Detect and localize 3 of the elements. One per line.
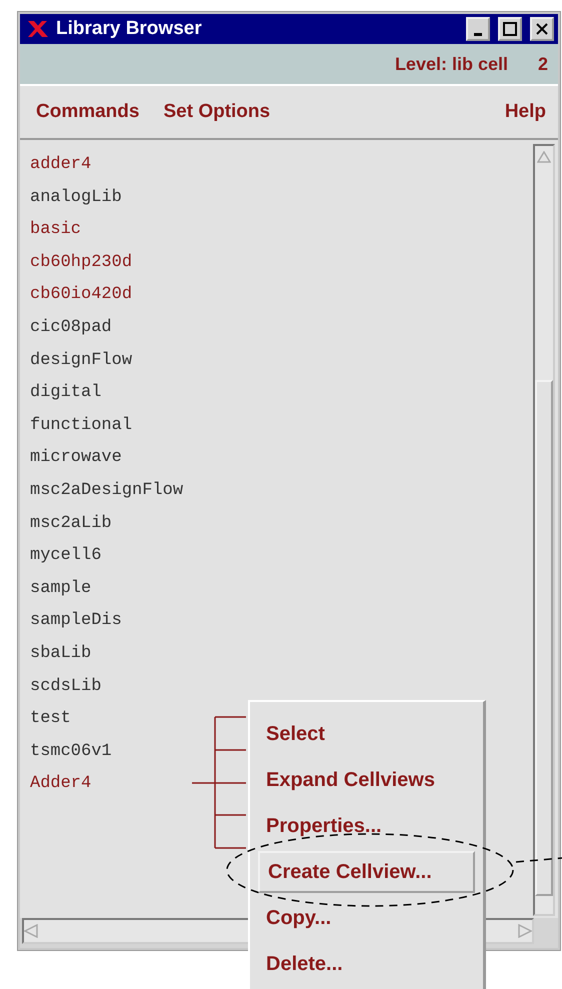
- level-value: 2: [538, 54, 548, 74]
- level-label: Level: lib cell: [394, 54, 508, 74]
- window-title: Library Browser: [56, 18, 203, 40]
